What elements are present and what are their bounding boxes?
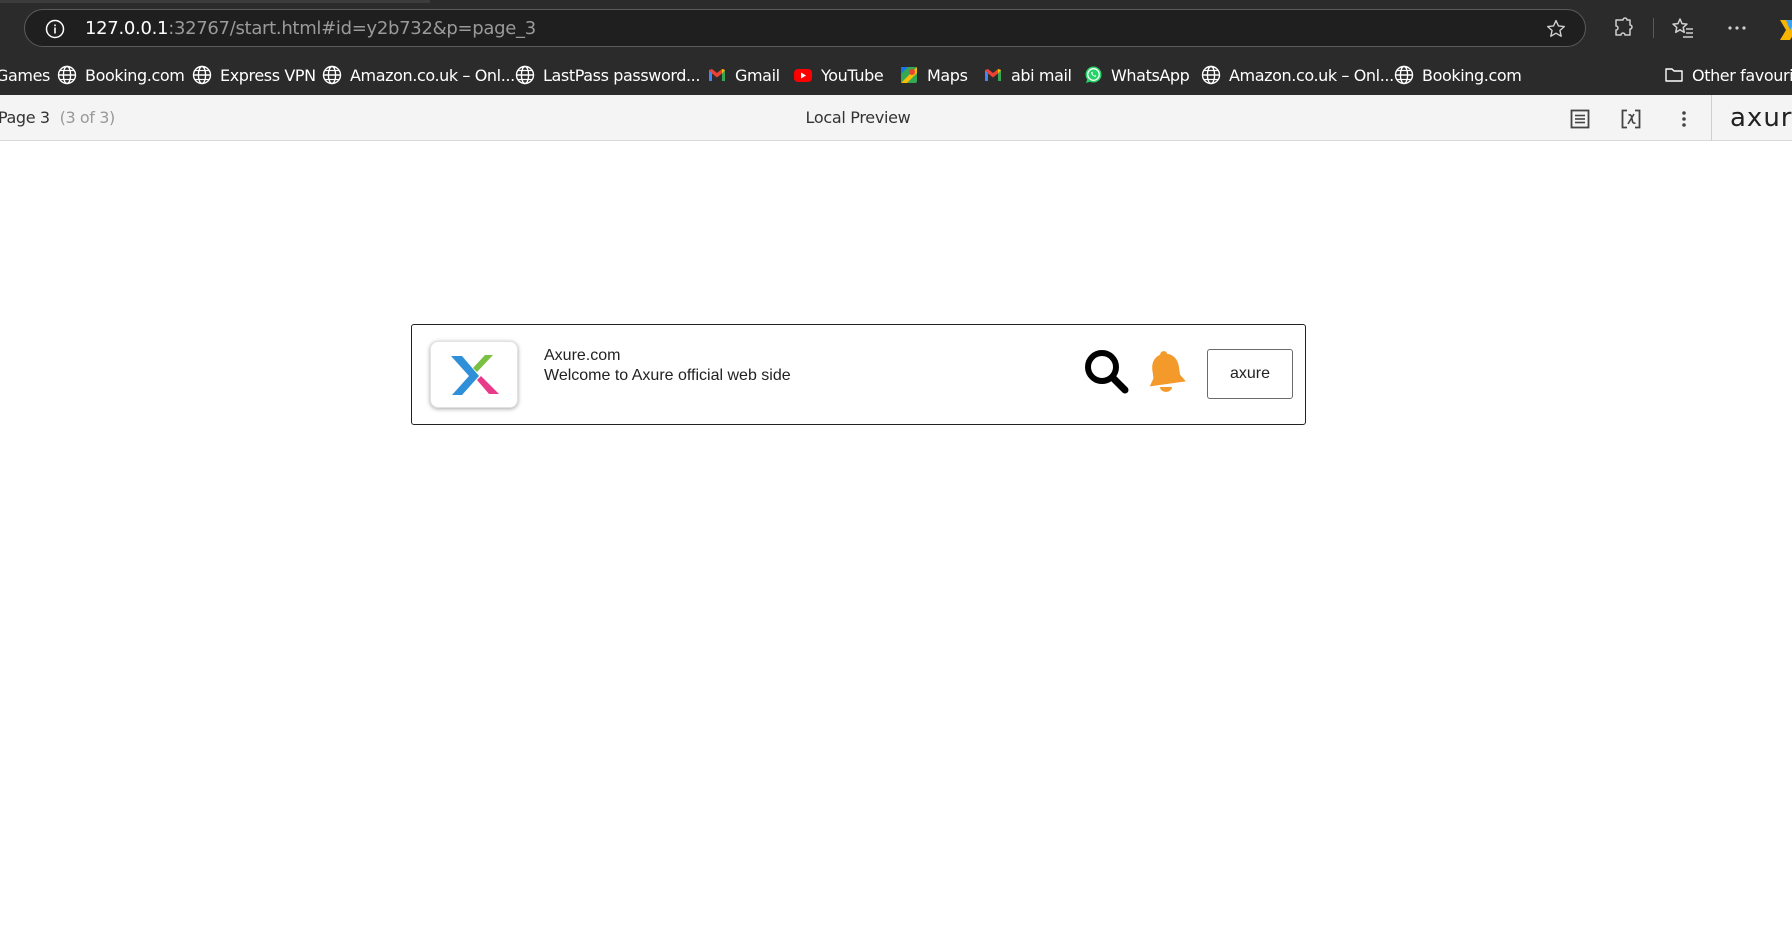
bookmark-label: YouTube: [821, 65, 884, 85]
bookmark-item[interactable]: WhatsApp: [1083, 63, 1190, 87]
bookmark-label: Amazon.co.uk – Onl...: [350, 65, 515, 85]
bookmark-label: Gmail: [735, 65, 780, 85]
youtube-icon: [794, 69, 812, 82]
site-subtitle: Welcome to Axure official web side: [544, 367, 791, 384]
bookmark-item[interactable]: YouTube: [793, 63, 884, 87]
bookmark-label: Games: [0, 65, 50, 85]
bookmark-item[interactable]: Maps: [899, 63, 968, 87]
bookmark-item[interactable]: Gmail: [707, 63, 780, 87]
bookmark-item[interactable]: Express VPN: [192, 63, 316, 87]
bell-icon[interactable]: [1142, 347, 1190, 393]
bookmark-item[interactable]: LastPass password...: [515, 63, 700, 87]
other-favourites[interactable]: Other favourites: [1664, 63, 1792, 87]
bookmark-item[interactable]: Booking.com: [57, 63, 185, 87]
bookmarks-bar: Games Booking.com Express VPN Amazon.co.…: [0, 57, 1792, 95]
gmail-icon: [985, 69, 1001, 81]
gmail-icon: [709, 69, 725, 81]
whatsapp-icon: [1085, 66, 1102, 83]
copilot-icon[interactable]: [1776, 16, 1792, 42]
bookmark-label: Booking.com: [85, 65, 185, 85]
other-favourites-label: Other favourites: [1692, 65, 1792, 85]
bookmark-label: Amazon.co.uk – Onl...: [1229, 65, 1394, 85]
more-vertical-icon[interactable]: [1672, 107, 1696, 131]
notes-icon[interactable]: [1568, 107, 1592, 131]
browser-toolbar: 127.0.0.1:32767/start.html#id=y2b732&p=p…: [0, 0, 1792, 57]
header-card: Axure.com Welcome to Axure official web …: [411, 324, 1306, 425]
bookmark-label: Booking.com: [1422, 65, 1522, 85]
bookmark-item[interactable]: Amazon.co.uk – Onl...: [1201, 63, 1394, 87]
axure-button[interactable]: axure: [1207, 349, 1293, 399]
variables-icon[interactable]: [1619, 107, 1643, 131]
bookmark-label: Express VPN: [220, 65, 316, 85]
preview-title: Local Preview: [805, 108, 911, 127]
globe-icon: [192, 65, 212, 85]
address-bar[interactable]: 127.0.0.1:32767/start.html#id=y2b732&p=p…: [24, 9, 1586, 47]
bookmark-label: LastPass password...: [543, 65, 701, 85]
info-icon[interactable]: [45, 19, 65, 39]
star-icon[interactable]: [1545, 18, 1567, 40]
folder-icon: [1665, 68, 1683, 82]
bookmark-item[interactable]: Booking.com: [1394, 63, 1522, 87]
bookmark-item[interactable]: Amazon.co.uk – Onl...: [322, 63, 515, 87]
axure-app-logo[interactable]: [430, 341, 518, 408]
bookmark-label: WhatsApp: [1111, 65, 1190, 85]
toolbar-divider: [1711, 95, 1712, 141]
toolbar-separator: [1653, 18, 1654, 38]
globe-icon: [1394, 65, 1414, 85]
axure-preview-toolbar: Page 3(3 of 3) Local Preview axure: [0, 95, 1792, 141]
globe-icon: [515, 65, 535, 85]
extensions-icon[interactable]: [1611, 16, 1635, 40]
more-icon[interactable]: [1725, 16, 1749, 40]
bookmark-label: abi mail: [1011, 65, 1072, 85]
bookmark-item[interactable]: Games: [0, 63, 50, 87]
tab-strip-edge: [0, 0, 430, 3]
axure-logo: axure: [1730, 103, 1792, 133]
favorites-icon[interactable]: [1671, 16, 1695, 40]
url-text[interactable]: 127.0.0.1:32767/start.html#id=y2b732&p=p…: [85, 19, 536, 39]
site-title: Axure.com: [544, 347, 621, 364]
globe-icon: [57, 65, 77, 85]
axure-x-logo-icon: [451, 355, 499, 395]
globe-icon: [1201, 65, 1221, 85]
bookmark-item[interactable]: abi mail: [983, 63, 1072, 87]
maps-icon: [901, 67, 917, 83]
bookmark-label: Maps: [927, 65, 968, 85]
search-icon[interactable]: [1082, 347, 1130, 395]
globe-icon: [322, 65, 342, 85]
url-host: 127.0.0.1: [85, 18, 169, 39]
url-path: :32767/start.html#id=y2b732&p=page_3: [168, 18, 536, 39]
